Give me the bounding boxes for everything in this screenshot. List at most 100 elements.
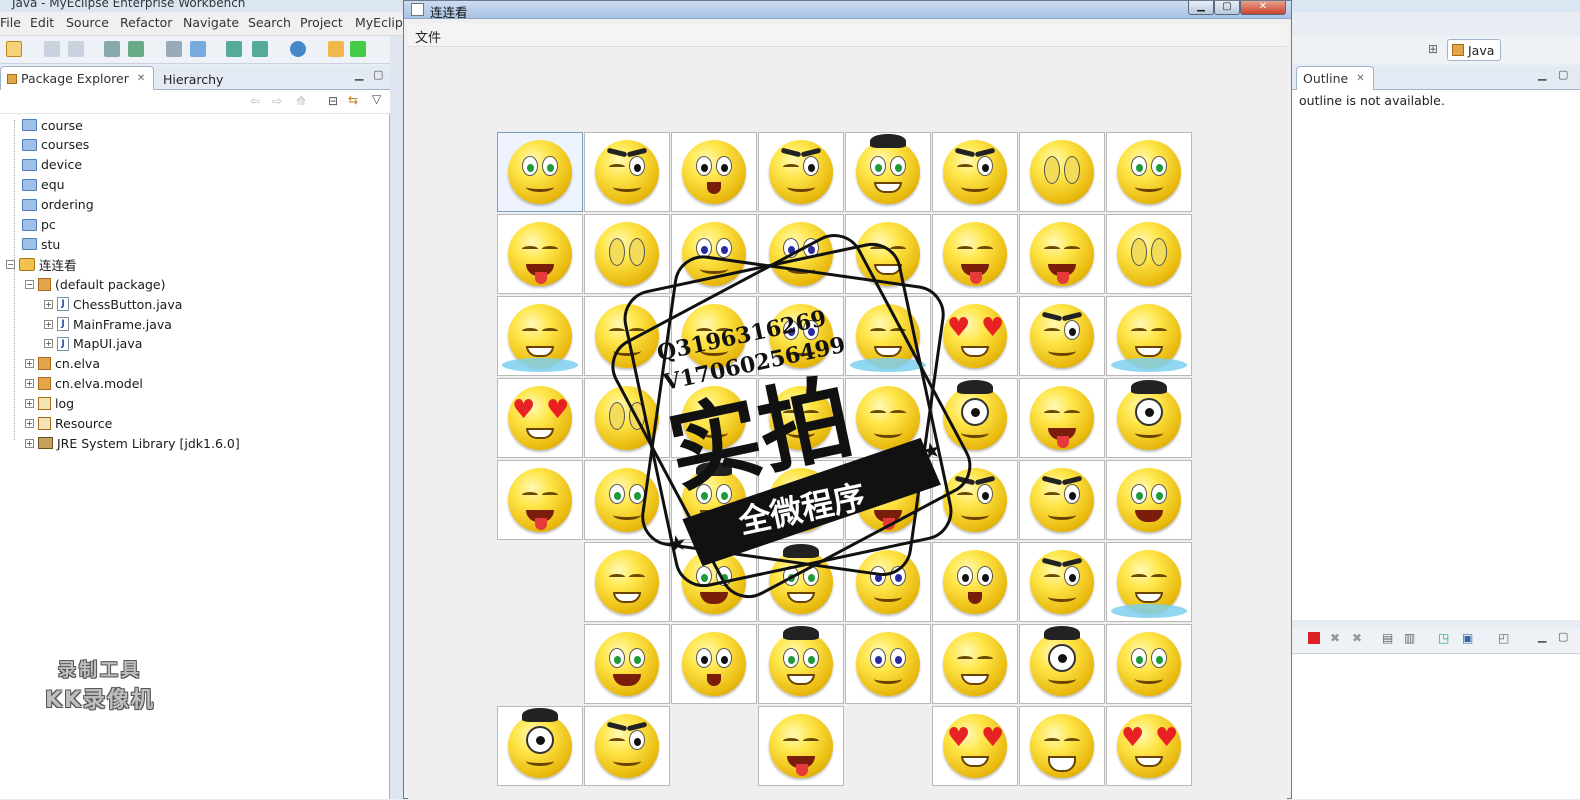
game-tile[interactable]: [1019, 542, 1105, 622]
game-tile[interactable]: [584, 460, 670, 540]
game-tile[interactable]: [1019, 706, 1105, 786]
tree-item[interactable]: courses: [22, 135, 89, 155]
expand-icon[interactable]: +: [25, 379, 34, 389]
menu-search[interactable]: Search: [248, 15, 291, 30]
game-tile[interactable]: [1019, 132, 1105, 212]
menu-navigate[interactable]: Navigate: [183, 15, 239, 30]
game-tile[interactable]: [758, 296, 844, 376]
game-tile[interactable]: [758, 214, 844, 294]
word-wrap-icon[interactable]: ▥: [1404, 631, 1415, 645]
game-tile[interactable]: [1019, 460, 1105, 540]
expand-icon[interactable]: +: [44, 299, 53, 309]
tree-item[interactable]: ordering: [22, 195, 94, 215]
tree-item[interactable]: device: [22, 155, 82, 175]
open-console-icon[interactable]: ◰: [1498, 631, 1509, 645]
debug-icon[interactable]: [104, 41, 120, 57]
run-config-icon[interactable]: [226, 41, 242, 57]
game-tile[interactable]: [932, 132, 1018, 212]
forward-icon[interactable]: ⇨: [272, 94, 282, 108]
game-tile[interactable]: [1106, 542, 1192, 622]
collapse-all-icon[interactable]: ⊟: [328, 94, 338, 108]
menu-myeclip[interactable]: MyEclip: [355, 15, 403, 30]
save-icon[interactable]: [44, 41, 60, 57]
maximize-icon[interactable]: ▢: [373, 68, 383, 81]
game-tile[interactable]: [1019, 624, 1105, 704]
expand-icon[interactable]: +: [25, 359, 34, 369]
scroll-lock-icon[interactable]: ▤: [1382, 631, 1393, 645]
game-tile[interactable]: [671, 378, 757, 458]
expand-icon[interactable]: +: [25, 438, 34, 448]
game-tile[interactable]: ♥ ♥: [932, 296, 1018, 376]
game-tile[interactable]: [845, 132, 931, 212]
back-icon[interactable]: ⇦: [250, 94, 260, 108]
game-tile[interactable]: [1106, 132, 1192, 212]
game-tile[interactable]: [497, 214, 583, 294]
game-tile[interactable]: [758, 542, 844, 622]
view-menu-icon[interactable]: ▽: [372, 92, 381, 106]
minimize-button[interactable]: ▁: [1188, 1, 1214, 15]
game-tile[interactable]: ♥ ♥: [497, 378, 583, 458]
close-button[interactable]: ✕: [1240, 1, 1286, 15]
remove-launch-icon[interactable]: ✖: [1330, 631, 1340, 645]
tree-item[interactable]: + log: [25, 394, 74, 414]
game-tile[interactable]: [758, 460, 844, 540]
tree-item[interactable]: + cn.elva: [25, 354, 100, 374]
tree-item[interactable]: stu: [22, 234, 60, 254]
game-tile[interactable]: [1019, 296, 1105, 376]
game-tile[interactable]: [584, 296, 670, 376]
game-tile[interactable]: [1106, 296, 1192, 376]
tree-item[interactable]: − (default package): [25, 274, 165, 294]
game-tile[interactable]: [1106, 624, 1192, 704]
menu-source[interactable]: Source: [66, 15, 109, 30]
menu-file[interactable]: File: [0, 15, 21, 30]
game-tile[interactable]: [497, 296, 583, 376]
run-icon[interactable]: [252, 41, 268, 57]
expand-icon[interactable]: +: [25, 419, 34, 428]
minimize-icon[interactable]: ▁: [1538, 68, 1546, 81]
game-tile[interactable]: [845, 542, 931, 622]
close-icon[interactable]: ✕: [137, 73, 145, 84]
game-tile[interactable]: [497, 132, 583, 212]
tree-item[interactable]: course: [22, 115, 83, 135]
game-tile[interactable]: [584, 542, 670, 622]
expand-icon[interactable]: +: [25, 399, 34, 409]
game-tile[interactable]: [584, 706, 670, 786]
game-tile[interactable]: [845, 624, 931, 704]
game-tile[interactable]: [1019, 378, 1105, 458]
tab-outline[interactable]: Outline ✕: [1296, 66, 1374, 90]
terminate-icon[interactable]: [1308, 632, 1320, 644]
save-all-icon[interactable]: [68, 41, 84, 57]
game-tile[interactable]: [584, 132, 670, 212]
tab-package-explorer[interactable]: Package Explorer ✕: [0, 66, 155, 90]
menu-refactor[interactable]: Refactor: [120, 15, 172, 30]
game-tile[interactable]: ♥ ♥: [932, 706, 1018, 786]
run-last-icon[interactable]: [350, 41, 366, 57]
tree-item[interactable]: + J MapUI.java: [44, 334, 142, 354]
remove-all-icon[interactable]: ✖: [1352, 631, 1362, 645]
display-console-icon[interactable]: ▣: [1462, 631, 1473, 645]
collapse-icon[interactable]: −: [6, 259, 15, 269]
game-tile[interactable]: [758, 132, 844, 212]
game-tile[interactable]: [671, 460, 757, 540]
game-tile[interactable]: [1106, 378, 1192, 458]
minimize-icon[interactable]: ▁: [355, 68, 363, 81]
tab-hierarchy[interactable]: Hierarchy: [163, 69, 223, 89]
tree-item[interactable]: + J ChessButton.java: [44, 294, 182, 314]
game-tile[interactable]: [671, 214, 757, 294]
game-tile[interactable]: [671, 624, 757, 704]
up-icon[interactable]: ⟰: [296, 94, 306, 108]
game-tile[interactable]: [845, 378, 931, 458]
open-type-icon[interactable]: [328, 41, 344, 57]
perspective-java-button[interactable]: Java: [1447, 39, 1501, 61]
game-tile[interactable]: [671, 132, 757, 212]
menu-project[interactable]: Project: [300, 15, 343, 30]
tree-item[interactable]: + JRE System Library [jdk1.6.0]: [25, 433, 240, 453]
game-tile[interactable]: [932, 542, 1018, 622]
game-tile[interactable]: [671, 542, 757, 622]
menu-edit[interactable]: Edit: [30, 15, 54, 30]
new-icon[interactable]: [6, 41, 22, 57]
game-tile[interactable]: [671, 296, 757, 376]
expand-icon[interactable]: +: [44, 339, 53, 349]
game-tile[interactable]: [584, 214, 670, 294]
game-tile[interactable]: [845, 460, 931, 540]
